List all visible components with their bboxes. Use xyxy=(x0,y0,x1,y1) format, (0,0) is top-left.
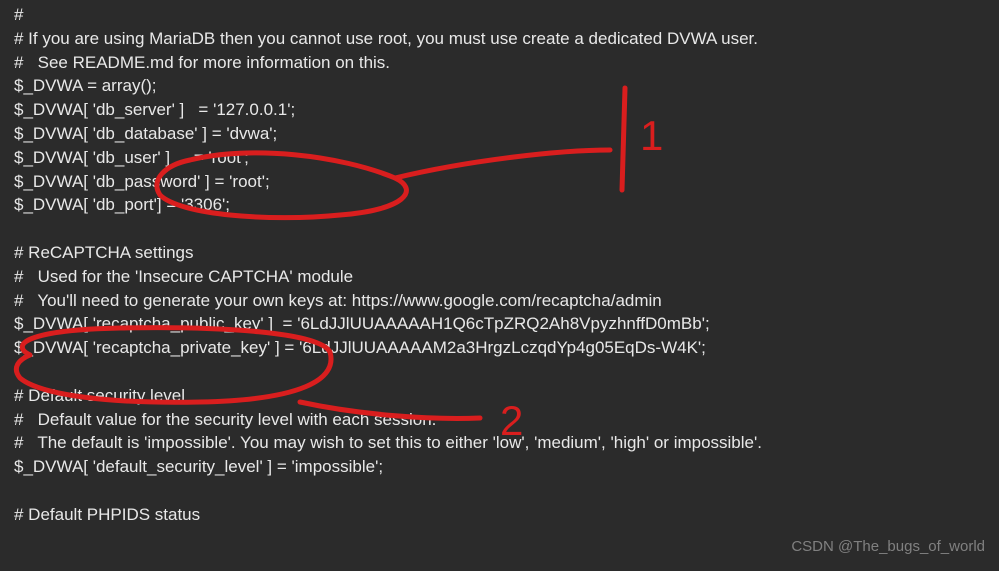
config-code-block: # # If you are using MariaDB then you ca… xyxy=(0,0,999,533)
watermark: CSDN @The_bugs_of_world xyxy=(791,536,985,557)
